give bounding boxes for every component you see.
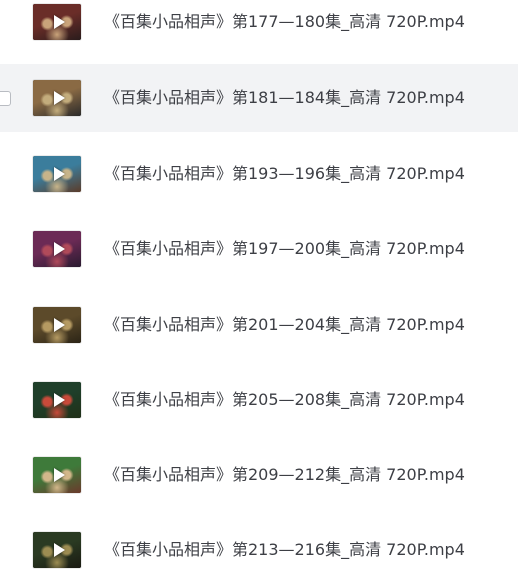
video-thumbnail[interactable]: [33, 4, 81, 40]
file-row[interactable]: 《百集小品相声》第181—184集_高清 720P.mp4: [0, 64, 518, 132]
file-row[interactable]: 《百集小品相声》第213—216集_高清 720P.mp4: [0, 516, 518, 584]
file-name[interactable]: 《百集小品相声》第201—204集_高清 720P.mp4: [104, 314, 465, 336]
file-name[interactable]: 《百集小品相声》第181—184集_高清 720P.mp4: [104, 87, 465, 109]
row-checkbox[interactable]: [0, 91, 11, 106]
play-icon: [54, 15, 65, 29]
file-row[interactable]: 《百集小品相声》第205—208集_高清 720P.mp4: [0, 366, 518, 434]
play-icon: [54, 393, 65, 407]
file-name[interactable]: 《百集小品相声》第209—212集_高清 720P.mp4: [104, 464, 465, 486]
file-row[interactable]: 《百集小品相声》第197—200集_高清 720P.mp4: [0, 215, 518, 283]
video-thumbnail[interactable]: [33, 231, 81, 267]
file-name[interactable]: 《百集小品相声》第197—200集_高清 720P.mp4: [104, 238, 465, 260]
play-icon: [54, 91, 65, 105]
file-name[interactable]: 《百集小品相声》第193—196集_高清 720P.mp4: [104, 163, 465, 185]
file-row[interactable]: 《百集小品相声》第193—196集_高清 720P.mp4: [0, 140, 518, 208]
video-thumbnail[interactable]: [33, 80, 81, 116]
file-row[interactable]: 《百集小品相声》第177—180集_高清 720P.mp4: [0, 0, 518, 56]
file-row[interactable]: 《百集小品相声》第201—204集_高清 720P.mp4: [0, 291, 518, 359]
file-name[interactable]: 《百集小品相声》第205—208集_高清 720P.mp4: [104, 389, 465, 411]
file-name[interactable]: 《百集小品相声》第177—180集_高清 720P.mp4: [104, 11, 465, 33]
file-row[interactable]: 《百集小品相声》第209—212集_高清 720P.mp4: [0, 441, 518, 509]
play-icon: [54, 543, 65, 557]
video-thumbnail[interactable]: [33, 382, 81, 418]
play-icon: [54, 318, 65, 332]
video-thumbnail[interactable]: [33, 457, 81, 493]
file-name[interactable]: 《百集小品相声》第213—216集_高清 720P.mp4: [104, 539, 465, 561]
video-thumbnail[interactable]: [33, 156, 81, 192]
video-thumbnail[interactable]: [33, 532, 81, 568]
play-icon: [54, 167, 65, 181]
play-icon: [54, 242, 65, 256]
file-list: 《百集小品相声》第177—180集_高清 720P.mp4 《百集小品相声》第1…: [0, 0, 518, 585]
video-thumbnail[interactable]: [33, 307, 81, 343]
play-icon: [54, 468, 65, 482]
